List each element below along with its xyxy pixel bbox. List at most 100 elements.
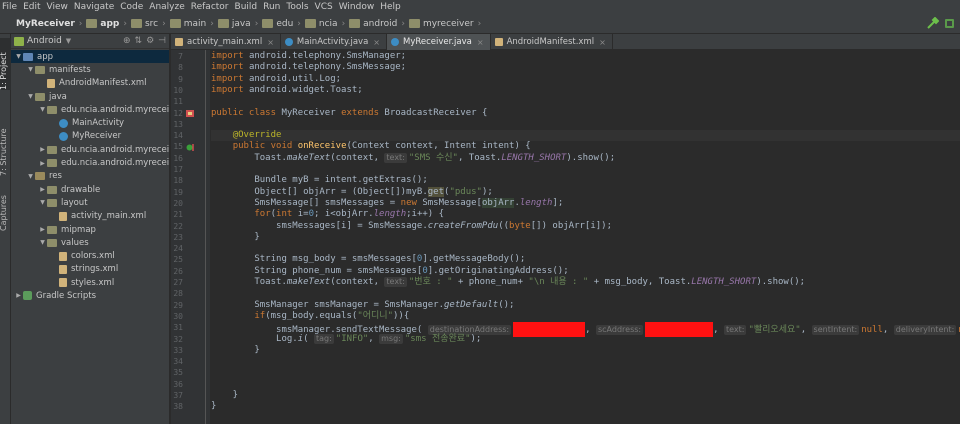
breadcrumb-item[interactable]: java ›	[217, 19, 258, 29]
close-icon[interactable]: ×	[267, 38, 274, 47]
project-tree: ▼ app ▼ manifests AndroidManifest.xml ▼ java ▼ e…	[11, 50, 170, 303]
chevron-right-icon: ›	[123, 18, 127, 29]
tree-item[interactable]: ▼ java	[11, 90, 169, 103]
tree-item[interactable]: AndroidManifest.xml	[11, 77, 169, 90]
menu-tools[interactable]: Tools	[284, 2, 312, 12]
tree-item[interactable]: ▶edu.ncia.android.myreceiver (an	[11, 143, 169, 156]
code-token: new	[400, 197, 423, 208]
tab-activity-main-xml[interactable]: activity_main.xml ×	[171, 34, 281, 50]
tree-item[interactable]: styles.xml	[11, 276, 169, 289]
gear-icon[interactable]: ⚙	[146, 36, 154, 46]
java-class-icon	[59, 131, 68, 141]
tab-mainactivity-java[interactable]: MainActivity.java ×	[281, 34, 387, 50]
code-token: "INFO"	[335, 333, 369, 344]
collapsed-arrow-icon[interactable]: ▶	[38, 186, 47, 193]
menu-refactor[interactable]: Refactor	[189, 2, 233, 12]
breadcrumb-item[interactable]: main ›	[169, 19, 214, 29]
tree-item[interactable]: activity_main.xml	[11, 210, 169, 223]
tree-item[interactable]: ▼ layout	[11, 196, 169, 209]
hide-icon[interactable]: ⊣	[158, 36, 166, 46]
run-config-icon[interactable]	[943, 17, 956, 30]
collapsed-arrow-icon[interactable]: ▶	[38, 226, 47, 233]
parameter-hint: text:	[384, 152, 407, 163]
tree-item-label: app	[37, 51, 53, 62]
tree-item-label: MyReceiver	[72, 131, 122, 142]
tab-androidmanifest-xml[interactable]: AndroidManifest.xml ×	[491, 34, 613, 50]
menu-window[interactable]: Window	[337, 2, 379, 12]
collapsed-arrow-icon[interactable]: ▶	[14, 292, 23, 299]
expanded-arrow-icon[interactable]: ▼	[26, 66, 35, 73]
breadcrumb-label: app	[100, 18, 120, 29]
breadcrumb-item[interactable]: app ›	[86, 19, 127, 29]
code-token: LENGTH_SHORT	[501, 152, 567, 163]
menu-navigate[interactable]: Navigate	[72, 2, 118, 12]
menu-help[interactable]: Help	[378, 2, 405, 12]
expanded-arrow-icon[interactable]: ▼	[38, 106, 47, 113]
project-tool-window-button[interactable]: 1: Project	[0, 38, 11, 90]
add-icon[interactable]: ⊕	[123, 36, 131, 46]
tree-item[interactable]: ▼ app	[11, 50, 169, 64]
collapsed-arrow-icon[interactable]: ▶	[38, 160, 47, 167]
code-token: android.telephony.SmsManager;	[248, 51, 407, 61]
captures-tool-window-button[interactable]: Captures	[0, 189, 11, 231]
expanded-arrow-icon[interactable]: ▼	[14, 53, 23, 60]
expanded-arrow-icon[interactable]: ▼	[26, 173, 35, 180]
expanded-arrow-icon[interactable]: ▼	[38, 239, 47, 246]
tree-item[interactable]: ▶ Gradle Scripts	[11, 289, 169, 302]
tree-item[interactable]: ▼ res	[11, 170, 169, 183]
sync-icon[interactable]: ⇅	[135, 36, 143, 46]
menu-vcs[interactable]: VCS	[313, 2, 337, 12]
close-icon[interactable]: ×	[373, 38, 380, 47]
menu-file[interactable]: File	[0, 2, 21, 12]
tree-item[interactable]: MyReceiver	[11, 130, 169, 143]
code-line: SmsManager smsManager = SmsManager.getDe…	[211, 300, 514, 311]
chevron-down-icon[interactable]: ▼	[66, 37, 71, 45]
tree-item[interactable]: strings.xml	[11, 263, 169, 276]
project-view-selector[interactable]: Android	[27, 36, 62, 46]
java-class-icon	[391, 38, 399, 46]
build-hammer-icon[interactable]	[926, 17, 939, 30]
breadcrumb-item[interactable]: myreceiver ›	[408, 19, 481, 29]
menu-analyze[interactable]: Analyze	[147, 2, 188, 12]
breadcrumb-item[interactable]: ncia ›	[304, 19, 345, 29]
menu-code[interactable]: Code	[118, 2, 147, 12]
collapsed-arrow-icon[interactable]: ▶	[38, 146, 47, 153]
breadcrumb-item[interactable]: src ›	[130, 19, 166, 29]
code-editor[interactable]: 7 8 9 10 11 12 13 14 15 16 17 18 19 20 21 22 23 24 25 26 27 2…	[171, 50, 960, 424]
menu-build[interactable]: Build	[233, 2, 262, 12]
tree-item[interactable]: ▼ manifests	[11, 63, 169, 76]
close-icon[interactable]: ×	[477, 38, 484, 47]
tab-label: MainActivity.java	[296, 37, 369, 47]
code-token: ).show();	[566, 152, 616, 163]
line-number: 36	[173, 379, 183, 389]
breadcrumb-item[interactable]: edu ›	[262, 19, 301, 29]
line-number: 24	[173, 244, 183, 254]
expanded-arrow-icon[interactable]: ▼	[26, 93, 35, 100]
tab-label: MyReceiver.java	[403, 37, 472, 47]
tree-item[interactable]: ▶ drawable	[11, 183, 169, 196]
breadcrumb-item[interactable]: MyReceiver ›	[2, 19, 82, 62]
structure-tool-window-button[interactable]: 7: Structure	[0, 126, 11, 176]
tree-item[interactable]: ▼ edu.ncia.android.myreceiver	[11, 103, 169, 116]
close-icon[interactable]: ×	[599, 38, 606, 47]
menu-run[interactable]: Run	[261, 2, 284, 12]
tree-item[interactable]: ▼ values	[11, 236, 169, 249]
menu-edit[interactable]: Edit	[21, 2, 44, 12]
breadcrumb-item[interactable]: android ›	[349, 19, 405, 29]
tree-item[interactable]: MainActivity	[11, 116, 169, 129]
tree-item-label: styles.xml	[71, 277, 115, 288]
tree-item[interactable]: ▶ mipmap	[11, 223, 169, 236]
tab-myreceiver-java[interactable]: MyReceiver.java ×	[387, 34, 491, 50]
code-token: String phone_num = smsMessages[	[211, 265, 423, 276]
code-token: length	[373, 209, 407, 220]
code-token: (context,	[330, 152, 385, 163]
code-token: "pdus"	[449, 186, 482, 197]
line-number: 37	[173, 391, 183, 400]
menu-view[interactable]: View	[45, 2, 72, 12]
expanded-arrow-icon[interactable]: ▼	[38, 199, 47, 206]
tree-item[interactable]: ▶edu.ncia.android.myreceiver (te	[11, 156, 170, 169]
tree-item-label: edu.ncia.android.myreceiver	[61, 158, 170, 169]
tree-item[interactable]: colors.xml	[11, 249, 169, 262]
